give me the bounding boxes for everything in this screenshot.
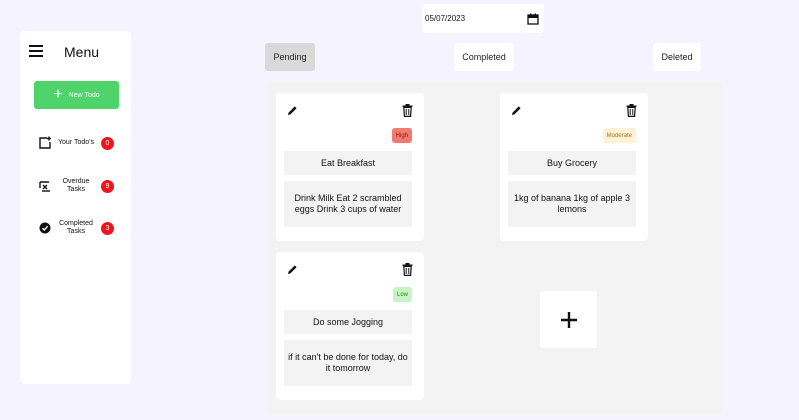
trash-icon[interactable]: [626, 104, 637, 117]
plus-icon: [560, 311, 577, 328]
tab-pending[interactable]: Pending: [265, 43, 315, 71]
trash-icon[interactable]: [402, 104, 413, 117]
sidebar-item-label: Overdue Tasks: [62, 178, 90, 193]
new-todo-button[interactable]: + New Todo: [34, 81, 119, 109]
sidebar-item-label: Completed Tasks: [59, 220, 93, 235]
todo-board: High Eat Breakfast Drink Milk Eat 2 scra…: [265, 82, 723, 414]
menu-title: Menu: [64, 44, 100, 60]
count-badge: 9: [101, 179, 114, 193]
calendar-icon[interactable]: [526, 12, 540, 26]
sidebar-item-your-todos[interactable]: Your Todo's 0: [20, 126, 131, 160]
todo-title: Do some Jogging: [284, 310, 412, 334]
count-badge: 0: [101, 136, 114, 150]
count-badge: 3: [101, 221, 114, 235]
todo-title: Eat Breakfast: [284, 151, 412, 175]
hamburger-icon[interactable]: [29, 45, 43, 57]
check-circle-icon: [39, 222, 51, 234]
todo-card: Low Do some Jogging if it can't be done …: [276, 252, 424, 400]
trash-icon[interactable]: [402, 263, 413, 276]
overdue-icon: [39, 181, 50, 192]
edit-icon[interactable]: [287, 264, 298, 275]
todo-description: if it can't be done for today, do it tom…: [284, 340, 412, 386]
plus-icon: +: [53, 86, 63, 103]
edit-icon[interactable]: [511, 105, 522, 116]
menu-header: Menu: [29, 44, 99, 60]
sidebar-item-overdue-tasks[interactable]: Overdue Tasks 9: [20, 169, 131, 203]
date-value: 05/07/2023: [425, 14, 466, 23]
sidebar-item-label: Your Todo's: [58, 139, 94, 146]
todo-description: 1kg of banana 1kg of apple 3 lemons: [508, 181, 636, 227]
todo-title: Buy Grocery: [508, 151, 636, 175]
todo-card: High Eat Breakfast Drink Milk Eat 2 scra…: [276, 93, 424, 241]
tab-deleted[interactable]: Deleted: [653, 43, 701, 71]
add-task-icon: [39, 136, 51, 149]
edit-icon[interactable]: [287, 105, 298, 116]
add-todo-button[interactable]: [540, 291, 597, 348]
sidebar: Menu + New Todo Your Todo's 0 Overdue Ta…: [20, 31, 131, 384]
priority-badge: Moderate: [602, 128, 636, 143]
tab-completed[interactable]: Completed: [454, 43, 514, 71]
new-todo-label: New Todo: [68, 91, 100, 99]
todo-card: Moderate Buy Grocery 1kg of banana 1kg o…: [500, 93, 648, 241]
sidebar-item-completed-tasks[interactable]: Completed Tasks 3: [20, 211, 131, 245]
priority-badge: High: [391, 128, 412, 143]
date-input[interactable]: 05/07/2023: [422, 4, 544, 33]
priority-badge: Low: [392, 287, 412, 302]
todo-description: Drink Milk Eat 2 scrambled eggs Drink 3 …: [284, 181, 412, 227]
